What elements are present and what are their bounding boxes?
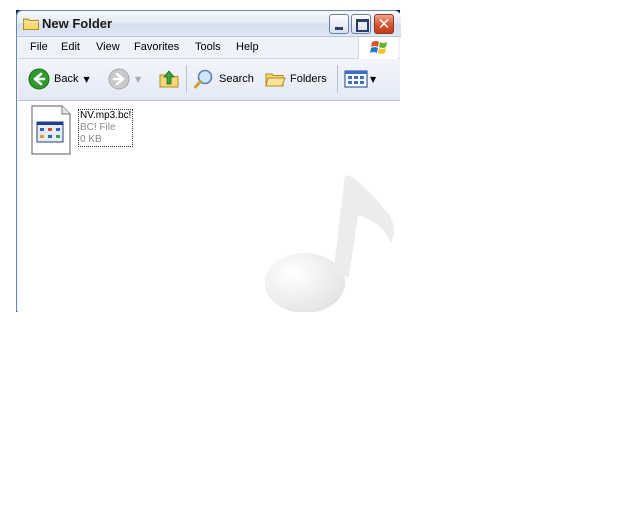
folders-icon <box>265 73 286 87</box>
windows-flag-icon <box>370 41 387 54</box>
close-button[interactable]: ✕ <box>374 14 394 34</box>
views-button[interactable]: ▼ <box>344 59 376 99</box>
forward-dropdown-icon: ▼ <box>135 74 142 84</box>
toolbar-separator <box>186 65 187 93</box>
views-dropdown-icon[interactable]: ▼ <box>370 75 376 84</box>
search-button[interactable]: Search <box>193 59 254 99</box>
standard-toolbar: Back ▼ ▼ Search Folders ▼ <box>18 59 400 101</box>
folder-content-area[interactable]: NV.mp3.bc! BC! File 0 KB <box>18 101 400 312</box>
maximize-button[interactable] <box>351 14 371 34</box>
explorer-window: New Folder ✕ File Edit View Favorites To… <box>16 10 401 312</box>
search-icon <box>194 69 213 89</box>
folders-label: Folders <box>290 73 327 85</box>
maximize-icon <box>356 19 369 32</box>
window-frame: New Folder ✕ File Edit View Favorites To… <box>16 10 401 312</box>
document-file-icon <box>31 105 71 155</box>
back-dropdown-icon[interactable]: ▼ <box>83 75 89 84</box>
back-arrow-icon <box>28 68 50 90</box>
menu-file[interactable]: File <box>30 41 48 53</box>
menu-bar: File Edit View Favorites Tools Help <box>18 37 400 59</box>
search-label: Search <box>219 73 254 85</box>
back-label: Back <box>54 73 79 85</box>
minimize-button[interactable] <box>329 14 349 34</box>
menu-view[interactable]: View <box>96 41 120 53</box>
window-title: New Folder <box>42 16 113 31</box>
menu-help[interactable]: Help <box>236 41 259 53</box>
file-name: NV.mp3.bc! <box>80 110 132 121</box>
title-bar[interactable]: New Folder ✕ <box>17 11 401 37</box>
forward-button[interactable]: ▼ <box>108 59 141 99</box>
folder-icon <box>23 18 39 30</box>
folders-button[interactable]: Folders <box>264 59 327 99</box>
back-button[interactable]: Back ▼ <box>28 59 90 99</box>
menu-edit[interactable]: Edit <box>61 41 80 53</box>
close-icon: ✕ <box>377 15 391 33</box>
file-size: 0 KB <box>80 134 102 145</box>
minimize-icon <box>335 27 343 30</box>
toolbar-separator <box>337 65 338 93</box>
menu-favorites[interactable]: Favorites <box>134 41 179 53</box>
up-folder-button[interactable] <box>158 59 180 99</box>
windows-logo <box>358 37 398 59</box>
file-type: BC! File <box>80 122 116 133</box>
file-label[interactable]: NV.mp3.bc! BC! File 0 KB <box>78 109 134 147</box>
menu-tools[interactable]: Tools <box>195 41 221 53</box>
forward-arrow-icon <box>108 68 130 90</box>
music-note-watermark-icon <box>265 175 394 312</box>
up-folder-icon <box>159 70 179 88</box>
views-icon <box>344 70 368 88</box>
